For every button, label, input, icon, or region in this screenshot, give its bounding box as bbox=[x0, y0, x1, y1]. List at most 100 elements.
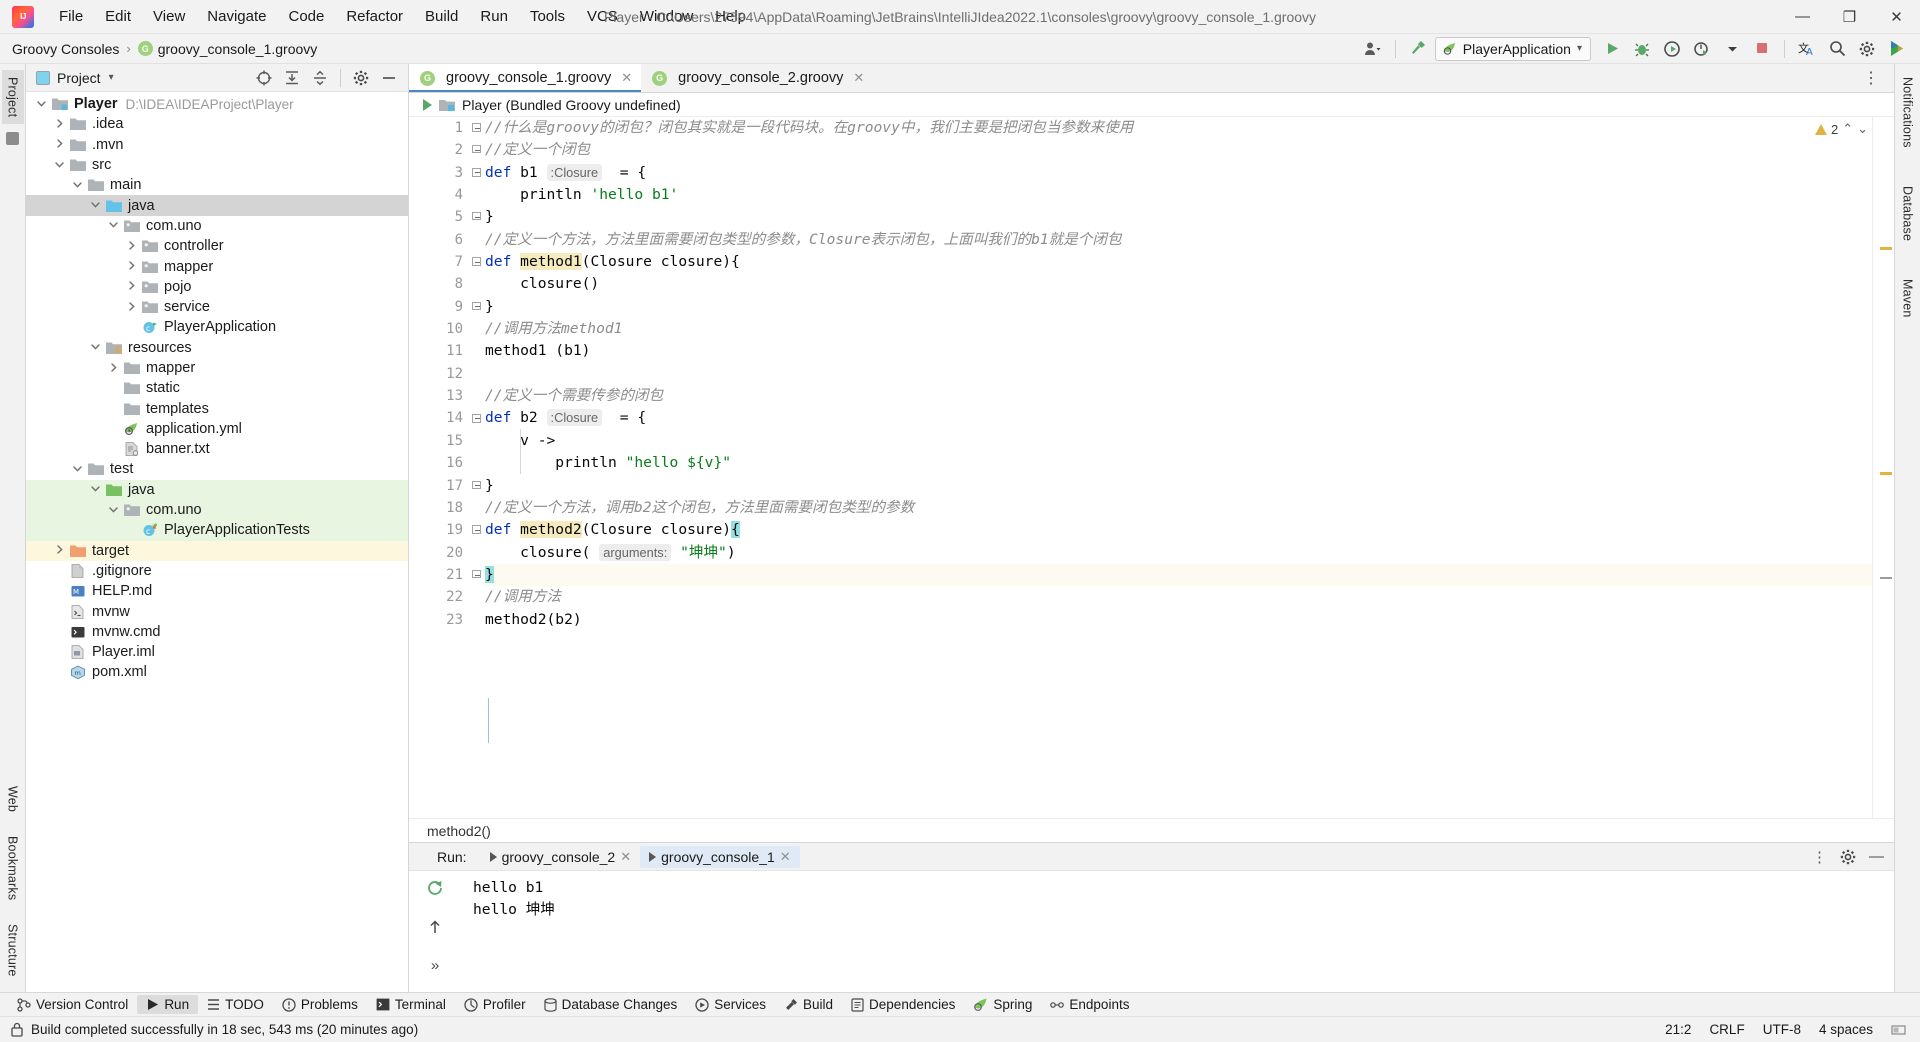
fold-region-start-icon[interactable] bbox=[472, 123, 481, 132]
settings-gear-icon[interactable] bbox=[1854, 37, 1880, 61]
chevron-down-icon[interactable] bbox=[72, 179, 85, 192]
tree-item-service[interactable]: service bbox=[26, 297, 408, 317]
tree-item-idea[interactable]: .idea bbox=[26, 114, 408, 134]
chevron-down-icon[interactable]: ▾ bbox=[109, 72, 114, 83]
sidebar-item-maven[interactable]: Maven bbox=[1897, 272, 1919, 325]
collapse-all-icon[interactable] bbox=[307, 66, 333, 90]
menu-item-refactor[interactable]: Refactor bbox=[335, 4, 414, 29]
run-tab-groovy-console-1[interactable]: groovy_console_1 ✕ bbox=[640, 845, 800, 868]
bottom-tab-build[interactable]: Build bbox=[775, 995, 842, 1014]
memory-indicator-icon[interactable] bbox=[1891, 1022, 1906, 1037]
chevron-down-icon[interactable] bbox=[72, 463, 85, 476]
fold-region-start-icon[interactable] bbox=[472, 257, 481, 267]
tree-item-com-uno[interactable]: com.uno bbox=[26, 216, 408, 236]
code-line-22[interactable]: //调用方法 bbox=[483, 586, 1872, 608]
project-strip-icon[interactable] bbox=[6, 132, 19, 146]
fold-region-end-icon[interactable] bbox=[472, 570, 481, 578]
project-tree[interactable]: Player D:\IDEA\IDEAProject\Player .idea .mv… bbox=[26, 92, 408, 992]
stop-button[interactable] bbox=[1749, 37, 1775, 61]
tree-item-static[interactable]: static bbox=[26, 378, 408, 398]
chevron-right-icon[interactable] bbox=[126, 240, 139, 253]
tree-item-mvnw-cmd[interactable]: mvnw.cmd bbox=[26, 622, 408, 642]
search-icon[interactable] bbox=[1824, 37, 1850, 61]
chevron-down-icon[interactable] bbox=[90, 341, 103, 354]
fold-region-start-icon[interactable] bbox=[472, 167, 481, 177]
breadcrumb-groovy-console-1[interactable]: G groovy_console_1.groovy bbox=[137, 41, 317, 57]
menu-item-file[interactable]: File bbox=[48, 4, 94, 29]
fold-region-end-icon[interactable] bbox=[472, 212, 481, 221]
tree-item-pojo[interactable]: pojo bbox=[26, 277, 408, 297]
tree-item-mapper[interactable]: mapper bbox=[26, 256, 408, 276]
code-line-17[interactable]: } bbox=[483, 475, 1872, 497]
code-line-3[interactable]: def b1 :Closure = { bbox=[483, 162, 1872, 184]
tree-item-mvn[interactable]: .mvn bbox=[26, 135, 408, 155]
debug-button[interactable] bbox=[1629, 37, 1655, 61]
fold-region-end-icon[interactable] bbox=[472, 480, 481, 489]
code-line-2[interactable]: //定义一个闭包 bbox=[483, 139, 1872, 161]
bottom-tab-dependencies[interactable]: Dependencies bbox=[842, 995, 964, 1014]
chevron-down-icon[interactable]: ⌄ bbox=[1857, 121, 1868, 137]
code-line-7[interactable]: def method1(Closure closure){ bbox=[483, 251, 1872, 273]
run-tab-groovy-console-2[interactable]: groovy_console_2 ✕ bbox=[481, 846, 641, 868]
editor-tab-2[interactable]: Ggroovy_console_2.groovy ✕ bbox=[641, 64, 874, 92]
indent-setting[interactable]: 4 spaces bbox=[1819, 1022, 1873, 1037]
caret-position[interactable]: 21:2 bbox=[1665, 1022, 1691, 1037]
chevron-right-icon[interactable] bbox=[54, 138, 67, 151]
sidebar-item-notifications[interactable]: Notifications bbox=[1897, 70, 1919, 155]
bottom-tab-version-control[interactable]: Version Control bbox=[8, 995, 137, 1014]
tree-item-templates[interactable]: templates bbox=[26, 398, 408, 418]
chevron-right-icon[interactable] bbox=[108, 362, 121, 375]
close-icon[interactable]: ✕ bbox=[853, 70, 864, 86]
close-button[interactable]: ✕ bbox=[1873, 0, 1920, 34]
code-lines[interactable]: //什么是groovy的闭包？闭包其实就是一段代码块。在groovy中，我们主要… bbox=[483, 117, 1872, 818]
code-line-11[interactable]: method1 (b1) bbox=[483, 340, 1872, 362]
code-editor[interactable]: 1 2 3 4 5 6 7 8 9 10 11 12 13 14 15 16 17 18 19 20 21 22 23 //… bbox=[409, 117, 1894, 818]
chevron-down-icon[interactable] bbox=[54, 159, 67, 172]
fold-region-end-icon[interactable] bbox=[472, 301, 481, 310]
breadcrumb-groovy-consoles[interactable]: Groovy Consoles bbox=[12, 41, 119, 57]
code-line-19[interactable]: def method2(Closure closure){ bbox=[483, 519, 1872, 541]
code-line-15[interactable]: v -> bbox=[483, 430, 1872, 452]
code-line-4[interactable]: println 'hello b1' bbox=[483, 184, 1872, 206]
menu-item-help[interactable]: Help bbox=[704, 4, 757, 29]
code-line-1[interactable]: //什么是groovy的闭包？闭包其实就是一段代码块。在groovy中，我们主要… bbox=[483, 117, 1872, 139]
select-opened-file-icon[interactable] bbox=[251, 66, 277, 90]
file-encoding[interactable]: UTF-8 bbox=[1763, 1022, 1801, 1037]
tree-item-java[interactable]: java bbox=[26, 479, 408, 500]
close-icon[interactable]: ✕ bbox=[621, 70, 632, 86]
chevron-right-icon[interactable] bbox=[54, 544, 67, 557]
stripe-mark-warning[interactable] bbox=[1880, 247, 1892, 250]
maximize-button[interactable]: ❐ bbox=[1826, 0, 1873, 34]
build-hammer-icon[interactable] bbox=[1405, 37, 1431, 61]
chevron-right-icon[interactable] bbox=[126, 280, 139, 293]
minimize-button[interactable]: — bbox=[1779, 0, 1826, 34]
tree-item-java[interactable]: java bbox=[26, 195, 408, 216]
menu-item-window[interactable]: Window bbox=[629, 4, 704, 29]
chevron-down-icon[interactable] bbox=[36, 98, 49, 111]
bottom-tab-terminal[interactable]: Terminal bbox=[367, 995, 455, 1014]
menu-item-tools[interactable]: Tools bbox=[519, 4, 576, 29]
menu-item-code[interactable]: Code bbox=[277, 4, 335, 29]
run-configuration-selector[interactable]: PlayerApplication ▾ bbox=[1434, 36, 1591, 61]
code-line-13[interactable]: //定义一个需要传参的闭包 bbox=[483, 385, 1872, 407]
profiler-dropdown-icon[interactable] bbox=[1719, 37, 1745, 61]
hide-run-window-icon[interactable]: — bbox=[1869, 848, 1884, 865]
run-settings-gear-icon[interactable] bbox=[1835, 845, 1861, 869]
translate-icon[interactable]: 文A bbox=[1794, 37, 1820, 61]
menu-item-view[interactable]: View bbox=[142, 4, 196, 29]
tree-item-playerapplication[interactable]: c PlayerApplication bbox=[26, 317, 408, 337]
fold-region-start-icon[interactable] bbox=[472, 413, 481, 423]
project-settings-gear-icon[interactable] bbox=[348, 66, 374, 90]
code-line-23[interactable]: method2(b2) bbox=[483, 609, 1872, 631]
bottom-tab-endpoints[interactable]: Endpoints bbox=[1041, 995, 1138, 1014]
more-options-icon[interactable]: ⋮ bbox=[1812, 848, 1827, 866]
editor-tab-1[interactable]: Ggroovy_console_1.groovy ✕ bbox=[409, 64, 642, 92]
chevron-down-icon[interactable] bbox=[108, 504, 121, 517]
run-button[interactable] bbox=[1599, 37, 1625, 61]
tree-item-mapper[interactable]: mapper bbox=[26, 358, 408, 378]
bottom-tab-spring[interactable]: Spring bbox=[964, 995, 1041, 1014]
chevron-right-icon[interactable] bbox=[54, 118, 67, 131]
code-line-12[interactable] bbox=[483, 363, 1872, 385]
sidebar-item-project[interactable]: Project bbox=[1, 70, 24, 125]
tree-item-controller[interactable]: controller bbox=[26, 236, 408, 256]
